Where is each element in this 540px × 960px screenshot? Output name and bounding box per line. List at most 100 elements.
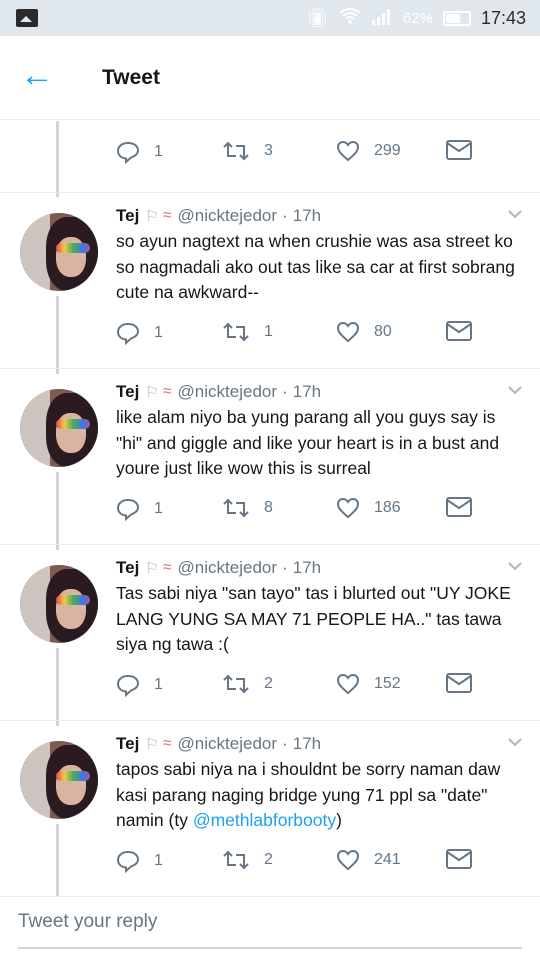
vibrate-icon: 📳︎: [306, 7, 329, 28]
handle[interactable]: @nicktejedor: [178, 734, 277, 754]
reply-count: 1: [154, 143, 163, 160]
display-name[interactable]: Tej: [116, 558, 139, 578]
separator-dot: ·: [282, 734, 288, 753]
status-right: 📳︎ 62% 17:43: [306, 0, 526, 36]
reply-input[interactable]: Tweet your reply: [18, 911, 522, 949]
tweet-header: Tej ⚐ ≈ @nicktejedor · 17h: [116, 731, 321, 757]
page-title: Tweet: [102, 66, 160, 89]
retweet-button[interactable]: 8: [222, 497, 273, 519]
envelope-icon: [446, 140, 472, 160]
chevron-down-icon[interactable]: [508, 207, 522, 221]
reply-icon: [116, 850, 140, 873]
like-button[interactable]: 80: [336, 321, 392, 343]
header: ← Tweet: [0, 36, 540, 120]
chevron-down-icon[interactable]: [508, 559, 522, 573]
avatar[interactable]: [20, 389, 98, 467]
back-arrow-icon[interactable]: ←: [20, 58, 54, 92]
retweet-icon: [223, 674, 249, 694]
display-name[interactable]: Tej: [116, 734, 139, 754]
rainbow-icon: ≈: [162, 383, 172, 400]
tweet[interactable]: Tej ⚐ ≈ @nicktejedor · 17h tapos sabi ni…: [0, 720, 540, 896]
tweet-text: tapos sabi niya na i shouldnt be sorry n…: [116, 757, 526, 834]
timestamp: 17h: [292, 206, 322, 225]
tweet-body: Tas sabi niya "san tayo" tas i blurted o…: [116, 583, 511, 654]
avatar[interactable]: [20, 213, 98, 291]
timestamp: 17h: [292, 382, 322, 401]
display-name[interactable]: Tej: [116, 206, 139, 226]
like-button[interactable]: 241: [336, 849, 401, 871]
separator-dot: ·: [282, 382, 288, 401]
retweet-button[interactable]: 3: [222, 140, 273, 162]
reply-icon: [116, 141, 140, 164]
separator-dot: ·: [282, 558, 288, 577]
retweet-button[interactable]: 1: [222, 321, 273, 343]
thread-line: [56, 121, 59, 197]
retweet-count: 1: [264, 323, 273, 340]
reply-button[interactable]: 1: [116, 140, 163, 164]
direct-message-button[interactable]: [446, 849, 472, 869]
like-button[interactable]: 152: [336, 673, 401, 695]
like-count: 152: [374, 675, 401, 692]
chevron-down-icon[interactable]: [508, 735, 522, 749]
reply-icon: [116, 498, 140, 521]
rainbow-icon: ≈: [162, 735, 172, 752]
chevron-down-icon[interactable]: [508, 383, 522, 397]
heart-icon: [336, 497, 360, 519]
reply-button[interactable]: 1: [116, 321, 163, 345]
heart-icon: [336, 849, 360, 871]
tweet-actions: 1 2 241: [116, 849, 476, 879]
retweet-button[interactable]: 2: [222, 849, 273, 871]
avatar[interactable]: [20, 741, 98, 819]
tweet-actions: 1 8 186: [116, 497, 476, 527]
rainbow-icon: ≈: [162, 559, 172, 576]
reply-button[interactable]: 1: [116, 497, 163, 521]
envelope-icon: [446, 849, 472, 869]
mention-link[interactable]: @methlabforbooty: [193, 810, 336, 830]
heart-icon: [336, 673, 360, 695]
like-count: 80: [374, 323, 392, 340]
direct-message-button[interactable]: [446, 673, 472, 693]
reply-button[interactable]: 1: [116, 849, 163, 873]
battery-percent: 62%: [402, 9, 433, 27]
tweet[interactable]: Tej ⚐ ≈ @nicktejedor · 17h like alam niy…: [0, 368, 540, 544]
status-bar: 📳︎ 62% 17:43: [0, 0, 540, 36]
tweet-actions: 1 2 152: [116, 673, 476, 703]
retweet-icon: [223, 498, 249, 518]
like-count: 241: [374, 851, 401, 868]
retweet-count: 3: [264, 142, 273, 159]
direct-message-button[interactable]: [446, 497, 472, 517]
flag-icon: ⚐: [145, 384, 159, 401]
reply-button[interactable]: 1: [116, 673, 163, 697]
retweet-icon: [223, 322, 249, 342]
tweet[interactable]: Tej ⚐ ≈ @nicktejedor · 17h so ayun nagte…: [0, 192, 540, 368]
retweet-count: 8: [264, 499, 273, 516]
timestamp: 17h: [292, 734, 322, 753]
flag-icon: ⚐: [145, 560, 159, 577]
wifi-icon: [339, 7, 361, 30]
reply-count: 1: [154, 852, 163, 869]
heart-icon: [336, 321, 360, 343]
direct-message-button[interactable]: [446, 321, 472, 341]
tweet-header: Tej ⚐ ≈ @nicktejedor · 17h: [116, 203, 321, 229]
reply-count: 1: [154, 500, 163, 517]
like-count: 299: [374, 142, 401, 159]
like-button[interactable]: 186: [336, 497, 401, 519]
display-name[interactable]: Tej: [116, 382, 139, 402]
envelope-icon: [446, 673, 472, 693]
handle[interactable]: @nicktejedor: [178, 558, 277, 578]
reply-bar: Tweet your reply: [0, 896, 540, 960]
retweet-button[interactable]: 2: [222, 673, 273, 695]
avatar[interactable]: [20, 565, 98, 643]
separator-dot: ·: [282, 206, 288, 225]
heart-icon: [336, 140, 360, 162]
direct-message-button[interactable]: [446, 140, 472, 160]
tweet-header: Tej ⚐ ≈ @nicktejedor · 17h: [116, 379, 321, 405]
retweet-icon: [223, 141, 249, 161]
handle[interactable]: @nicktejedor: [178, 382, 277, 402]
tweet[interactable]: Tej ⚐ ≈ @nicktejedor · 17h Tas sabi niya…: [0, 544, 540, 720]
like-button[interactable]: 299: [336, 140, 401, 162]
flag-icon: ⚐: [145, 736, 159, 753]
tweet-header: Tej ⚐ ≈ @nicktejedor · 17h: [116, 555, 321, 581]
retweet-icon: [223, 850, 249, 870]
handle[interactable]: @nicktejedor: [178, 206, 277, 226]
